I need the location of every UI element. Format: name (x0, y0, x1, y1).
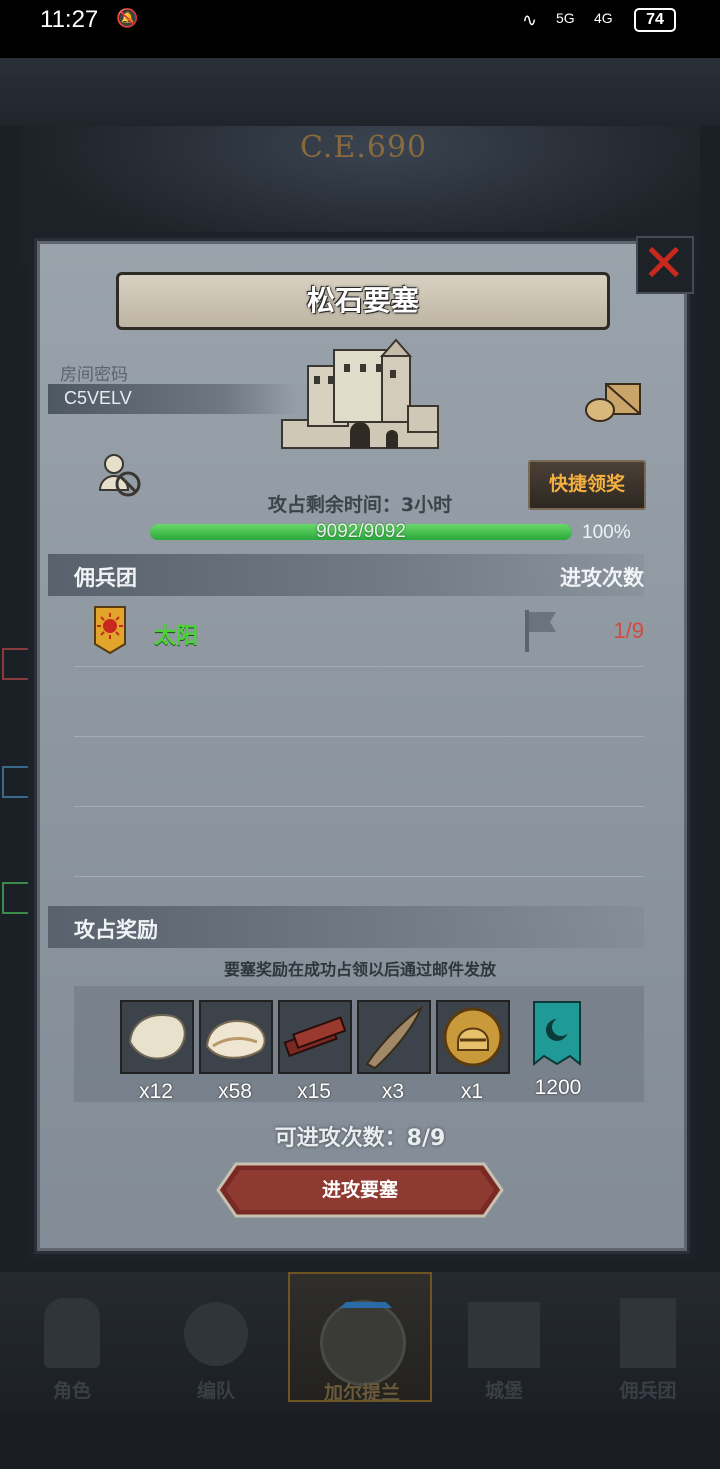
reward-quantity: x12 (139, 1080, 173, 1103)
fortress-castle-icon (281, 338, 439, 449)
castle-icon (468, 1302, 540, 1368)
room-code-bar: C5VELV (48, 384, 298, 414)
reward-item[interactable]: x12 (120, 1000, 194, 1104)
bottom-nav: 角色 编队 加尔提兰 城堡 佣兵团 (0, 1272, 720, 1412)
era-label: C.E.690 (300, 130, 428, 165)
battery-indicator: 74 (634, 8, 676, 32)
nav-label: 佣兵团 (619, 1380, 677, 1402)
fortress-hp-text: 9092/9092 (316, 521, 406, 542)
banner-icon (522, 1000, 592, 1070)
reward-header-label: 攻占奖励 (74, 918, 158, 942)
remaining-time: 攻占剩余时间：3小时 (267, 494, 453, 516)
nav-label: 加尔提兰 (323, 1382, 400, 1404)
mercenary-banner-icon (620, 1298, 676, 1368)
reward-notice: 要塞奖励在成功占领以后通过邮件发放 (223, 960, 496, 979)
reward-quantity: x58 (218, 1080, 252, 1103)
clock: 11:27 (40, 6, 99, 33)
reward-section-header: 攻占奖励 (48, 906, 644, 948)
compass-icon (320, 1300, 406, 1386)
side-sword-icon (2, 648, 34, 680)
top-bar (0, 58, 720, 126)
title-banner: 松石要塞 (116, 272, 610, 330)
mercenary-section-header: 佣兵团 进攻次数 (48, 554, 644, 596)
helmet-icon (184, 1302, 248, 1366)
nav-mercenary[interactable]: 佣兵团 (576, 1272, 720, 1402)
nav-label: 编队 (196, 1380, 235, 1402)
reward-item[interactable]: x58 (199, 1000, 273, 1104)
hide-icon (120, 1000, 194, 1074)
fur-icon (199, 1000, 273, 1074)
close-button[interactable]: ✕ (636, 234, 694, 294)
row-divider (74, 736, 644, 737)
reward-quantity: x1 (460, 1080, 484, 1103)
close-icon: ✕ (642, 234, 686, 294)
wood-planks-icon (278, 1000, 352, 1074)
room-code-value: C5VELV (64, 388, 132, 408)
attacks-header-label: 进攻次数 (560, 566, 644, 590)
reward-item[interactable]: 1200 (522, 1000, 594, 1100)
fortress-hp-percent: 100% (582, 522, 631, 543)
attack-button-label: 进攻要塞 (321, 1179, 398, 1201)
chevron-down-icon (340, 1278, 392, 1308)
mercenary-row[interactable]: 太阳 1/9 (48, 598, 644, 664)
reward-quantity: x3 (381, 1080, 405, 1103)
system-nav-bar (0, 1412, 720, 1469)
flag-icon (525, 610, 556, 652)
mercenary-header-label: 佣兵团 (74, 566, 137, 590)
row-divider (74, 666, 644, 667)
dialog-title: 松石要塞 (306, 284, 419, 317)
row-divider (74, 876, 644, 877)
nav-character[interactable]: 角色 (0, 1272, 144, 1402)
attack-fortress-button[interactable]: 进攻要塞 (216, 1162, 504, 1222)
reward-quantity: x15 (297, 1080, 331, 1103)
wifi-icon: ∿ (522, 10, 538, 30)
knight-icon (44, 1298, 100, 1368)
row-divider (74, 806, 644, 807)
mercenary-attack-count: 1/9 (613, 618, 644, 643)
horn-icon (357, 1000, 431, 1074)
golden-helmet-icon (436, 1000, 510, 1074)
side-sword-icon (2, 882, 34, 914)
side-sword-icon (2, 766, 34, 798)
available-attacks: 可进攻次数：8/9 (274, 1126, 446, 1151)
reward-item[interactable]: x3 (357, 1000, 431, 1104)
nav-garthland[interactable]: 加尔提兰 (288, 1272, 432, 1404)
signal-5g: 5G (556, 10, 575, 26)
nav-castle[interactable]: 城堡 (432, 1272, 576, 1402)
reward-item[interactable]: x1 (436, 1000, 510, 1104)
fortress-hp-bar: 9092/9092 (150, 521, 572, 542)
reward-item[interactable]: x15 (278, 1000, 352, 1104)
nav-label: 城堡 (484, 1380, 523, 1402)
signal-4g: 4G (594, 10, 613, 26)
mute-bell-icon: 🔕 (116, 8, 139, 29)
room-code-label: 房间密码 (60, 365, 128, 385)
nav-formation[interactable]: 编队 (144, 1272, 288, 1402)
nav-label: 角色 (52, 1380, 91, 1402)
status-bar: 11:27 🔕 ∿ 5G 4G 74 (0, 0, 720, 58)
sun-banner-icon (94, 606, 126, 654)
mercenary-name: 太阳 (154, 624, 199, 649)
reward-quantity: 1200 (534, 1076, 582, 1099)
supplies-icon[interactable] (584, 378, 644, 424)
